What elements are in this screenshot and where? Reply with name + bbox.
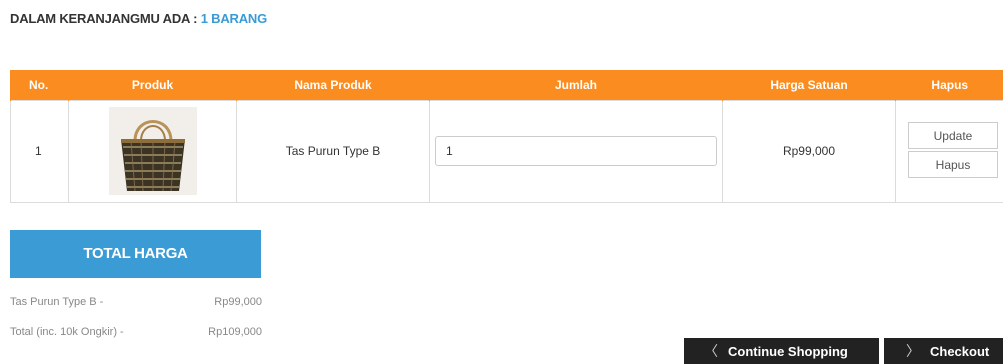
summary-value: Rp99,000 xyxy=(214,296,262,308)
continue-shopping-button[interactable]: 〈 Continue Shopping xyxy=(684,338,879,364)
product-name: Tas Purun Type B xyxy=(236,99,430,203)
header-produk: Produk xyxy=(68,70,237,100)
summary-label: Tas Purun Type B - xyxy=(10,296,104,308)
header-jumlah: Jumlah xyxy=(429,70,723,100)
chevron-left-icon: 〈 xyxy=(704,343,718,359)
quantity-input[interactable] xyxy=(435,136,717,166)
checkout-label: Checkout xyxy=(930,343,990,359)
header-harga-satuan: Harga Satuan xyxy=(722,70,896,100)
woven-handbag-photo[interactable] xyxy=(108,107,197,195)
summary-line-total: Total (inc. 10k Ongkir) - Rp109,000 xyxy=(10,326,262,338)
cart-item-count: 1 BARANG xyxy=(200,11,267,26)
cart-table: No. Produk Nama Produk Jumlah Harga Satu… xyxy=(10,70,1003,203)
row-number: 1 xyxy=(10,99,69,203)
table-row: 1 Tas Purun Type B 1 Rp99,000 Update Hap… xyxy=(10,99,1003,203)
quantity-cell xyxy=(429,99,723,203)
unit-price: Rp99,000 xyxy=(722,99,896,203)
header-nama-produk: Nama Produk xyxy=(236,70,430,100)
cart-heading: DALAM KERANJANGMU ADA : 1 BARANG xyxy=(10,11,267,26)
header-hapus: Hapus xyxy=(895,70,1003,100)
chevron-right-icon: 〉 xyxy=(906,343,920,359)
total-price-heading: TOTAL HARGA xyxy=(10,230,261,278)
cart-table-header: No. Produk Nama Produk Jumlah Harga Satu… xyxy=(10,70,1003,100)
checkout-button[interactable]: 〉 Checkout xyxy=(884,338,1003,364)
summary-value: Rp109,000 xyxy=(208,326,262,338)
product-image-cell xyxy=(68,99,237,203)
cart-heading-label: DALAM KERANJANGMU ADA : xyxy=(10,11,198,26)
summary-line-subtotal: Tas Purun Type B - Rp99,000 xyxy=(10,296,262,308)
update-button[interactable]: Update xyxy=(908,122,998,149)
header-no: No. xyxy=(10,70,69,100)
continue-shopping-label: Continue Shopping xyxy=(728,343,848,359)
summary-label: Total (inc. 10k Ongkir) - xyxy=(10,326,124,338)
delete-button[interactable]: Hapus xyxy=(908,151,998,178)
actions-cell: Update Hapus xyxy=(895,99,1003,203)
